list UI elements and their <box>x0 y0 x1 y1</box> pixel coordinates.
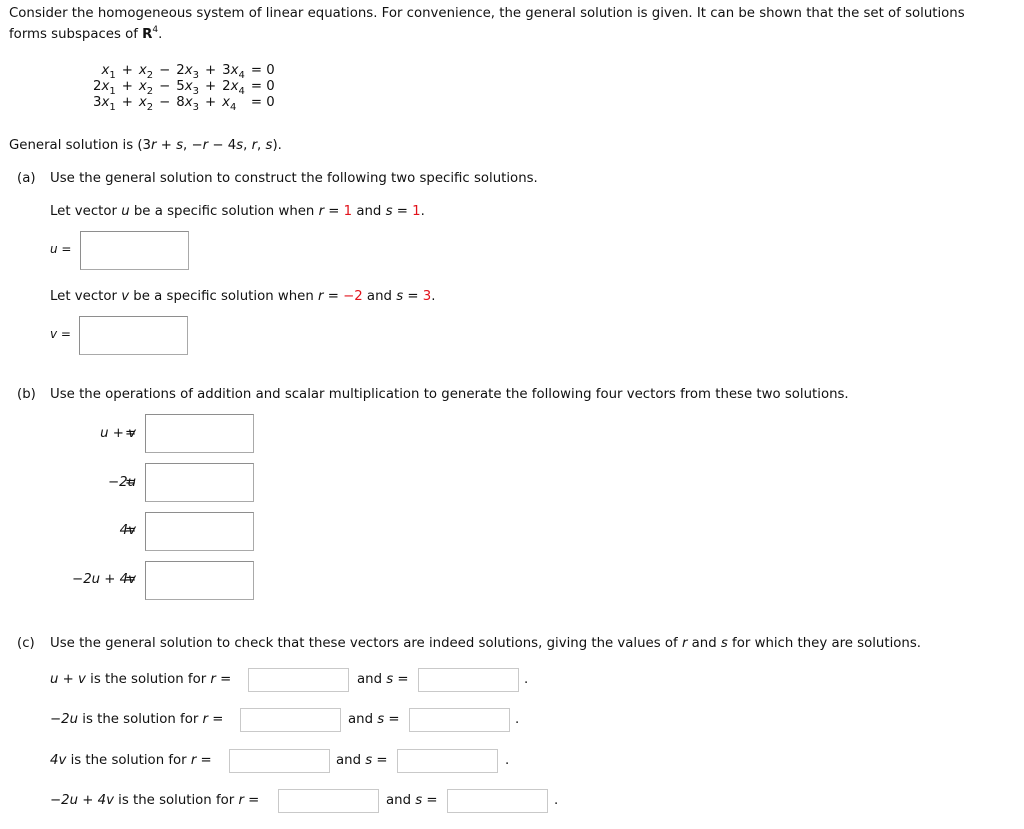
part-a-label: (a) <box>17 171 36 186</box>
period: . <box>524 672 529 687</box>
and-s-label: and s = <box>386 793 438 808</box>
u-plus-v-r-input[interactable] <box>248 668 349 692</box>
u-r-value: 1 <box>343 204 353 219</box>
check-row-4v-label: 4v is the solution for r = <box>50 753 212 768</box>
and-s-label: and s = <box>348 712 400 727</box>
u-input[interactable] <box>80 231 189 270</box>
intro-line-2: forms subspaces of R4. <box>9 26 163 43</box>
u-label: u = <box>50 242 72 256</box>
v-s-value: 3 <box>422 289 432 304</box>
equals-sign: = <box>125 426 137 441</box>
u-prompt: Let vector u be a specific solution when… <box>50 204 425 219</box>
v-input[interactable] <box>79 316 188 355</box>
period: . <box>554 793 559 808</box>
equals-sign: = <box>125 572 137 587</box>
equation-row: x1 + x2 −2x3 +3x4 = 0 <box>101 62 275 81</box>
v-label: v = <box>50 327 71 341</box>
4v-r-input[interactable] <box>229 749 330 773</box>
general-solution: General solution is (3r + s, −r − 4s, r,… <box>9 138 282 153</box>
equation-row: 2x1 + x2 −5x3 +2x4 = 0 <box>93 78 275 97</box>
real-space-symbol: R <box>142 27 153 42</box>
neg-2u-s-input[interactable] <box>409 708 510 732</box>
and-s-label: and s = <box>336 753 388 768</box>
check-row-neg-2u-label: −2u is the solution for r = <box>50 712 224 727</box>
neg-2u-input[interactable] <box>145 463 254 502</box>
u-plus-v-s-input[interactable] <box>418 668 519 692</box>
neg-2u-plus-4v-r-input[interactable] <box>278 789 379 813</box>
u-s-value: 1 <box>412 204 421 219</box>
neg-2u-r-input[interactable] <box>240 708 341 732</box>
v-prompt: Let vector v be a specific solution when… <box>50 289 436 304</box>
equals-sign: = <box>125 475 137 490</box>
part-c-label: (c) <box>17 636 35 651</box>
neg-2u-plus-4v-input[interactable] <box>145 561 254 600</box>
period: . <box>505 753 510 768</box>
intro-text: forms subspaces of <box>9 27 143 42</box>
and-s-label: and s = <box>357 672 409 687</box>
equals-sign: = <box>125 523 137 538</box>
equation-row: 3x1 + x2 −8x3 + x4 = 0 <box>93 94 275 113</box>
4v-s-input[interactable] <box>397 749 498 773</box>
intro-line-1: Consider the homogeneous system of linea… <box>9 6 965 21</box>
4v-input[interactable] <box>145 512 254 551</box>
period: . <box>515 712 520 727</box>
equation-system: x1 + x2 −2x3 +3x4 = 0 2x1 + x2 −5x3 +2x4 =… <box>90 62 278 113</box>
check-row-u-plus-v-label: u + v is the solution for r = <box>50 672 232 687</box>
neg-2u-plus-4v-s-input[interactable] <box>447 789 548 813</box>
part-c-instructions: Use the general solution to check that t… <box>50 636 921 651</box>
part-b-label: (b) <box>17 387 36 402</box>
part-a-instructions: Use the general solution to construct th… <box>50 171 538 186</box>
u-plus-v-input[interactable] <box>145 414 254 453</box>
check-row-neg-2u-plus-4v-label: −2u + 4v is the solution for r = <box>50 793 260 808</box>
period: . <box>158 27 163 42</box>
v-r-value: −2 <box>343 289 363 304</box>
part-b-instructions: Use the operations of addition and scala… <box>50 387 849 402</box>
